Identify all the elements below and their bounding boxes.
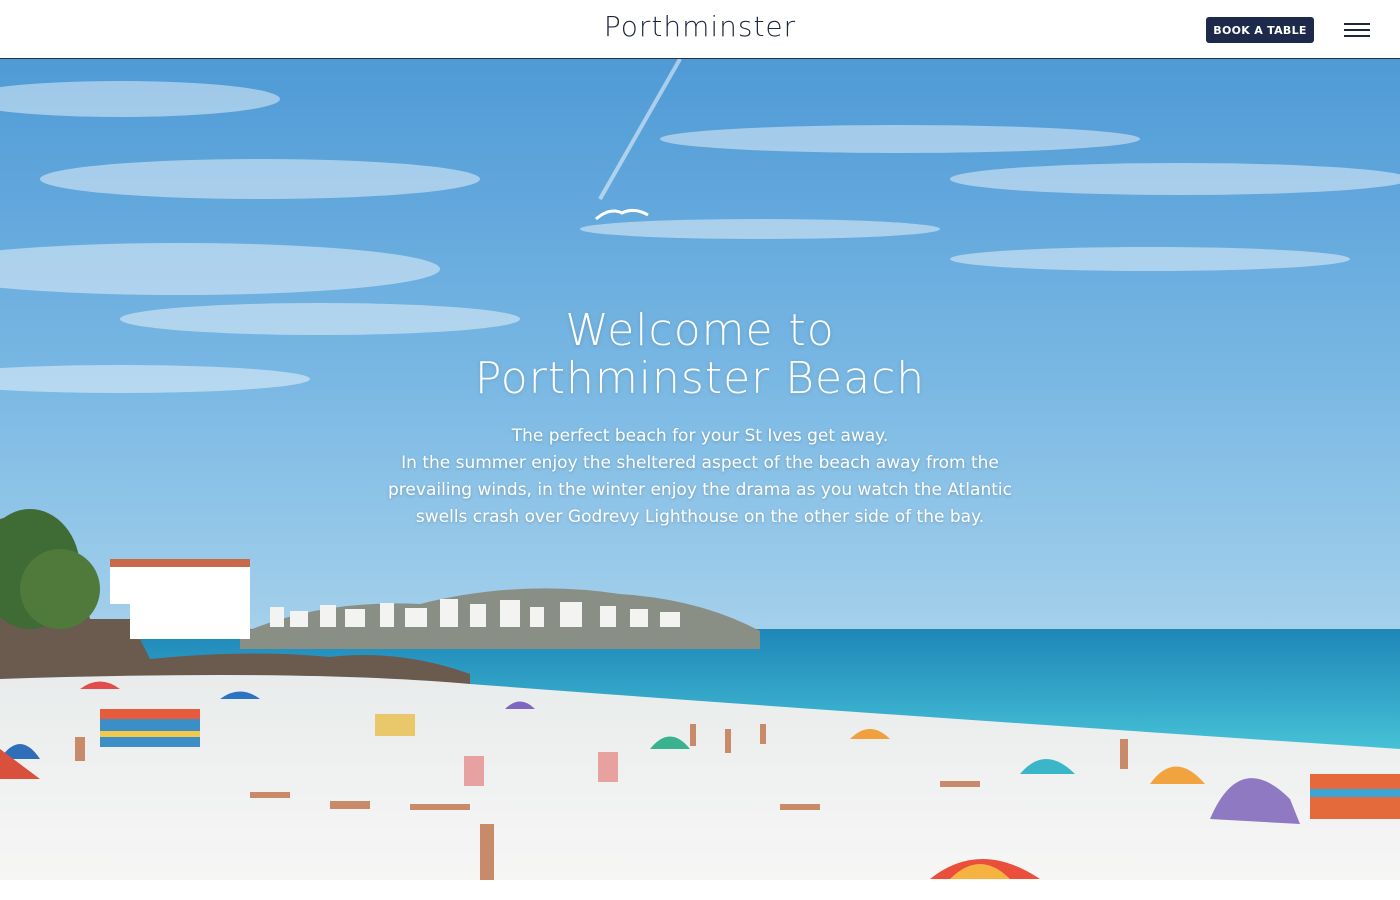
book-a-table-button[interactable]: BOOK A TABLE [1206, 17, 1314, 43]
site-header: Porthminster BOOK A TABLE [0, 0, 1400, 59]
hero-title: Welcome to Porthminster Beach [300, 307, 1100, 403]
hero-title-line2: Porthminster Beach [474, 353, 926, 404]
hero-body: In the summer enjoy the sheltered aspect… [388, 453, 1012, 527]
hero-title-line1: Welcome to [565, 305, 835, 356]
hamburger-menu-icon[interactable] [1340, 18, 1374, 42]
hero-description: The perfect beach for your St Ives get a… [370, 423, 1030, 531]
site-logo[interactable]: Porthminster [0, 10, 1400, 43]
hero-banner: Welcome to Porthminster Beach The perfec… [0, 59, 1400, 880]
page-bottom-strip [0, 880, 1400, 900]
hero-intro: The perfect beach for your St Ives get a… [511, 426, 889, 446]
